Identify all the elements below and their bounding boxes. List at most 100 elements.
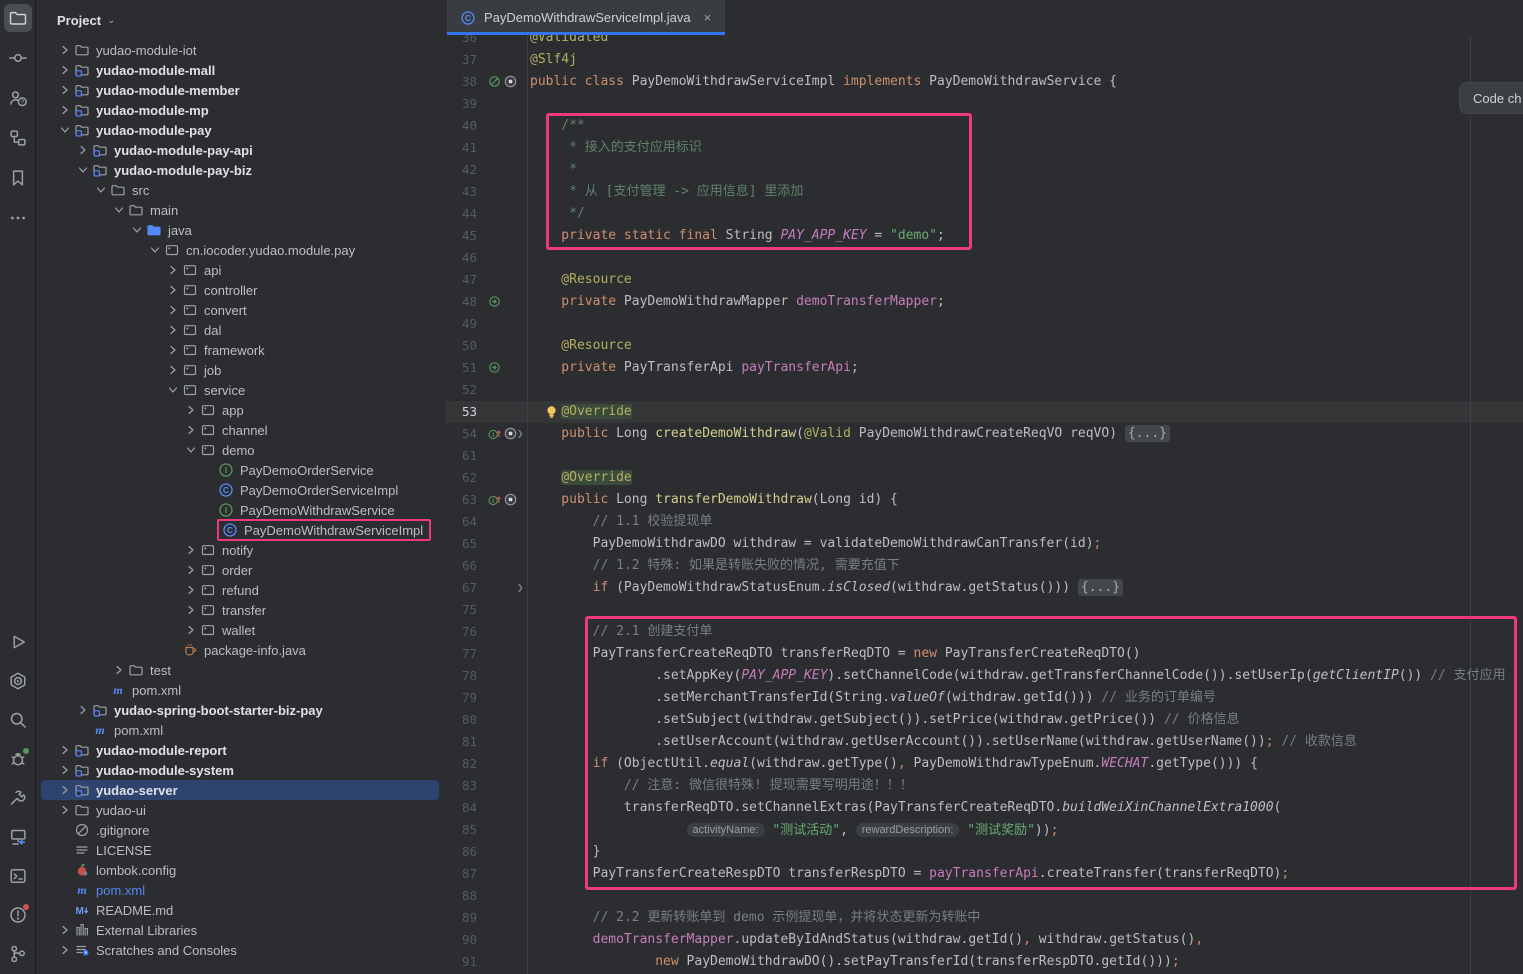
- tree-item--gitignore[interactable]: .gitignore: [37, 820, 445, 840]
- run-tool-button[interactable]: [4, 628, 32, 656]
- tree-item-controller[interactable]: controller: [37, 280, 445, 300]
- code-line-66[interactable]: 66 // 1.2 特殊: 如果是转账失败的情况, 需要充值下: [445, 555, 1523, 577]
- chevron-right-icon[interactable]: [183, 562, 199, 578]
- code-line-82[interactable]: 82 if (ObjectUtil.equal(withdraw.getType…: [445, 753, 1523, 775]
- tree-item-src[interactable]: src: [37, 180, 445, 200]
- tree-item-pom-xml[interactable]: mpom.xml: [37, 680, 445, 700]
- code-line-81[interactable]: 81 .setUserAccount(withdraw.getUserAccou…: [445, 731, 1523, 753]
- tree-item-cn-iocoder-yudao-module-pay[interactable]: cn.iocoder.yudao.module.pay: [37, 240, 445, 260]
- chevron-down-icon[interactable]: [129, 222, 145, 238]
- tree-item-service[interactable]: service: [37, 380, 445, 400]
- code-line-53[interactable]: 53 @Override: [445, 401, 1523, 423]
- tree-item-external-libraries[interactable]: External Libraries: [37, 920, 445, 940]
- line-number[interactable]: 65: [445, 533, 477, 555]
- tree-item-yudao-module-pay-api[interactable]: yudao-module-pay-api: [37, 140, 445, 160]
- close-icon[interactable]: ×: [704, 10, 712, 25]
- code-line-84[interactable]: 84 transferReqDTO.setChannelExtras(PayTr…: [445, 797, 1523, 819]
- code-line-52[interactable]: 52: [445, 379, 1523, 401]
- code-line-61[interactable]: 61: [445, 445, 1523, 467]
- chevron-down-icon[interactable]: [147, 242, 163, 258]
- chevron-right-icon[interactable]: [165, 362, 181, 378]
- code-line-83[interactable]: 83 // 注意: 微信很特殊! 提现需要写明用途！！！: [445, 775, 1523, 797]
- tree-item-yudao-server[interactable]: yudao-server: [37, 780, 445, 800]
- line-number[interactable]: 62: [445, 467, 477, 489]
- line-number[interactable]: 80: [445, 709, 477, 731]
- line-number[interactable]: 42: [445, 159, 477, 181]
- tree-item-paydemoorderservice[interactable]: IPayDemoOrderService: [37, 460, 445, 480]
- chevron-right-icon[interactable]: [183, 622, 199, 638]
- chevron-down-icon[interactable]: [93, 182, 109, 198]
- editor-area[interactable]: 36@Validated37@Slf4j38public class PayDe…: [445, 0, 1523, 974]
- line-number[interactable]: 66: [445, 555, 477, 577]
- line-number[interactable]: 48: [445, 291, 477, 313]
- tree-item-api[interactable]: api: [37, 260, 445, 280]
- line-number[interactable]: 38: [445, 71, 477, 93]
- line-number[interactable]: 67: [445, 577, 477, 599]
- code-line-79[interactable]: 79 .setMerchantTransferId(String.valueOf…: [445, 687, 1523, 709]
- tree-item-license[interactable]: LICENSE: [37, 840, 445, 860]
- line-number[interactable]: 39: [445, 93, 477, 115]
- tree-item-yudao-module-pay[interactable]: yudao-module-pay: [37, 120, 445, 140]
- problems-tool-button[interactable]: [4, 901, 32, 929]
- fold-chevron-icon[interactable]: ❯: [517, 577, 524, 599]
- code-line-65[interactable]: 65 PayDemoWithdrawDO withdraw = validate…: [445, 533, 1523, 555]
- tab-paydemowithdrawserviceimpl[interactable]: C PayDemoWithdrawServiceImpl.java ×: [447, 0, 725, 35]
- code-check-button[interactable]: Code ch: [1459, 82, 1523, 114]
- commit-tool-button[interactable]: [4, 44, 32, 72]
- code-line-63[interactable]: 63I public Long transferDemoWithdraw(Lon…: [445, 489, 1523, 511]
- chevron-right-icon[interactable]: [75, 142, 91, 158]
- code-line-49[interactable]: 49: [445, 313, 1523, 335]
- chevron-down-icon[interactable]: [165, 382, 181, 398]
- tree-item-yudao-module-member[interactable]: yudao-module-member: [37, 80, 445, 100]
- debug-tool-button[interactable]: [4, 745, 32, 773]
- line-number[interactable]: 61: [445, 445, 477, 467]
- build-tool-button[interactable]: [4, 784, 32, 812]
- code-line-47[interactable]: 47 @Resource: [445, 269, 1523, 291]
- line-number[interactable]: 54: [445, 423, 477, 445]
- chevron-right-icon[interactable]: [57, 922, 73, 938]
- line-number[interactable]: 53: [445, 401, 477, 423]
- code-line-39[interactable]: 39: [445, 93, 1523, 115]
- line-number[interactable]: 88: [445, 885, 477, 907]
- chevron-down-icon[interactable]: [111, 202, 127, 218]
- line-number[interactable]: 79: [445, 687, 477, 709]
- line-number[interactable]: 40: [445, 115, 477, 137]
- tree-item-pom-xml[interactable]: mpom.xml: [37, 880, 445, 900]
- code-line-76[interactable]: 76 // 2.1 创建支付单: [445, 621, 1523, 643]
- code-line-88[interactable]: 88: [445, 885, 1523, 907]
- code-line-54[interactable]: 54I❯ public Long createDemoWithdraw(@Val…: [445, 423, 1523, 445]
- tree-item-paydemowithdrawserviceimpl[interactable]: CPayDemoWithdrawServiceImpl: [37, 520, 445, 540]
- code-line-87[interactable]: 87 PayTransferCreateRespDTO transferResp…: [445, 863, 1523, 885]
- line-number[interactable]: 91: [445, 951, 477, 973]
- tree-item-yudao-module-system[interactable]: yudao-module-system: [37, 760, 445, 780]
- code-line-44[interactable]: 44 */: [445, 203, 1523, 225]
- code-line-37[interactable]: 37@Slf4j: [445, 49, 1523, 71]
- line-number[interactable]: 43: [445, 181, 477, 203]
- tree-item-java[interactable]: java: [37, 220, 445, 240]
- chevron-right-icon[interactable]: [165, 282, 181, 298]
- terminal-tool-button[interactable]: [4, 862, 32, 890]
- chevron-right-icon[interactable]: [165, 262, 181, 278]
- tree-item-yudao-module-pay-biz[interactable]: yudao-module-pay-biz: [37, 160, 445, 180]
- tree-item-readme-md[interactable]: MREADME.md: [37, 900, 445, 920]
- chevron-right-icon[interactable]: [57, 102, 73, 118]
- more-tool-button[interactable]: [4, 204, 32, 232]
- tree-item-dal[interactable]: dal: [37, 320, 445, 340]
- code-line-45[interactable]: 45 private static final String PAY_APP_K…: [445, 225, 1523, 247]
- tree-item-order[interactable]: order: [37, 560, 445, 580]
- tree-item-notify[interactable]: notify: [37, 540, 445, 560]
- search-tool-button[interactable]: [4, 706, 32, 734]
- line-number[interactable]: 41: [445, 137, 477, 159]
- tree-item-channel[interactable]: channel: [37, 420, 445, 440]
- code-line-85[interactable]: 85 activityName: "测试活动", rewardDescripti…: [445, 819, 1523, 841]
- chevron-right-icon[interactable]: [111, 662, 127, 678]
- code-line-42[interactable]: 42 *: [445, 159, 1523, 181]
- code-line-50[interactable]: 50 @Resource: [445, 335, 1523, 357]
- code-line-90[interactable]: 90 demoTransferMapper.updateByIdAndStatu…: [445, 929, 1523, 951]
- code-line-80[interactable]: 80 .setSubject(withdraw.getSubject()).se…: [445, 709, 1523, 731]
- tree-item-demo[interactable]: demo: [37, 440, 445, 460]
- tree-item-convert[interactable]: convert: [37, 300, 445, 320]
- code-line-51[interactable]: 51 private PayTransferApi payTransferApi…: [445, 357, 1523, 379]
- chevron-down-icon[interactable]: [57, 122, 73, 138]
- pull-requests-tool-button[interactable]: ?: [4, 84, 32, 112]
